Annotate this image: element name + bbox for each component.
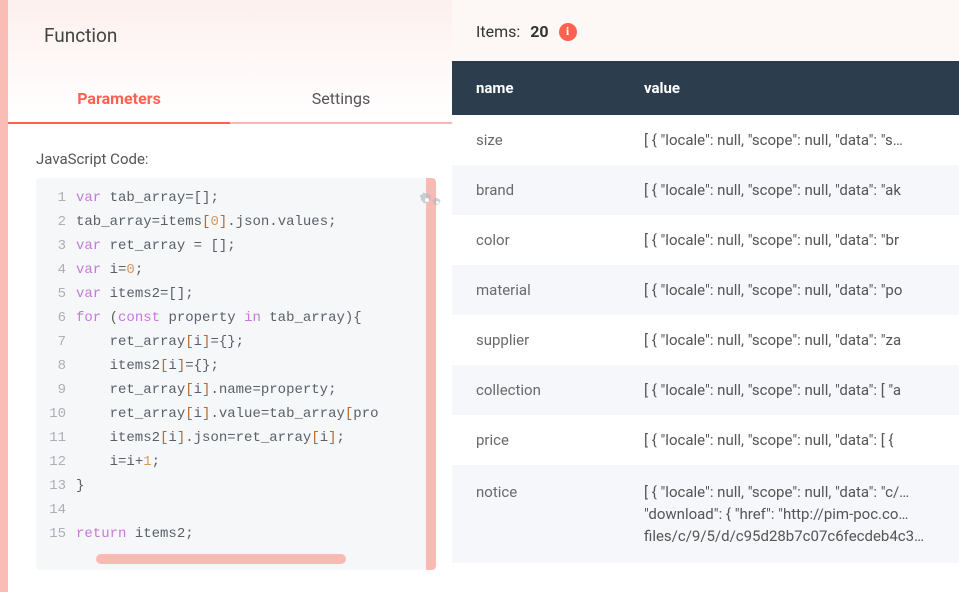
code-line: 14	[36, 498, 436, 522]
line-number: 8	[36, 354, 76, 378]
cell-value: [ { "locale": null, "scope": null, "data…	[644, 431, 959, 449]
items-count: 20	[530, 22, 548, 41]
left-config-panel: Function Parameters Settings JavaScript …	[8, 0, 452, 592]
cell-name: material	[476, 281, 644, 299]
code-line: 10 ret_array[i].value=tab_array[pro	[36, 402, 436, 426]
line-number: 6	[36, 306, 76, 330]
cell-name: collection	[476, 381, 644, 399]
cell-value: [ { "locale": null, "scope": null, "data…	[644, 131, 959, 149]
table-row[interactable]: size[ { "locale": null, "scope": null, "…	[452, 115, 959, 165]
cell-value: [ { "locale": null, "scope": null, "data…	[644, 481, 959, 547]
line-number: 10	[36, 402, 76, 426]
code-line: 11 items2[i].json=ret_array[i];	[36, 426, 436, 450]
left-edge-strip	[0, 0, 8, 592]
table-header: name value	[452, 61, 959, 115]
cell-name: color	[476, 231, 644, 249]
code-line: 9 ret_array[i].name=property;	[36, 378, 436, 402]
code-line: 6for (const property in tab_array){	[36, 306, 436, 330]
table-row[interactable]: collection[ { "locale": null, "scope": n…	[452, 365, 959, 415]
table-row[interactable]: brand[ { "locale": null, "scope": null, …	[452, 165, 959, 215]
tab-parameters[interactable]: Parameters	[8, 77, 230, 124]
table-body: size[ { "locale": null, "scope": null, "…	[452, 115, 959, 592]
output-header: Items: 20 i	[452, 0, 959, 61]
tab-bar: Parameters Settings	[8, 77, 452, 124]
right-output-panel: Items: 20 i name value size[ { "locale":…	[452, 0, 959, 592]
cell-name: size	[476, 131, 644, 149]
line-number: 14	[36, 498, 76, 522]
cell-name: supplier	[476, 331, 644, 349]
table-row[interactable]: price[ { "locale": null, "scope": null, …	[452, 415, 959, 465]
items-label: Items:	[476, 22, 520, 41]
code-line: 13}	[36, 474, 436, 498]
line-number: 5	[36, 282, 76, 306]
cell-name: notice	[476, 481, 644, 503]
cell-value: [ { "locale": null, "scope": null, "data…	[644, 381, 959, 399]
table-row[interactable]: notice[ { "locale": null, "scope": null,…	[452, 465, 959, 563]
cell-value: [ { "locale": null, "scope": null, "data…	[644, 281, 959, 299]
code-line: 12 i=i+1;	[36, 450, 436, 474]
th-value: value	[644, 79, 959, 97]
line-number: 11	[36, 426, 76, 450]
tab-settings[interactable]: Settings	[230, 77, 452, 124]
h-scrollbar[interactable]	[96, 554, 346, 564]
cell-value: [ { "locale": null, "scope": null, "data…	[644, 231, 959, 249]
line-number: 15	[36, 522, 76, 546]
table-row[interactable]: color[ { "locale": null, "scope": null, …	[452, 215, 959, 265]
code-line: 4var i=0;	[36, 258, 436, 282]
gear-icon[interactable]	[418, 190, 454, 210]
code-line: 5var items2=[];	[36, 282, 436, 306]
cell-name: brand	[476, 181, 644, 199]
line-number: 13	[36, 474, 76, 498]
line-number: 3	[36, 234, 76, 258]
line-number: 1	[36, 186, 76, 210]
table-row[interactable]: supplier[ { "locale": null, "scope": nul…	[452, 315, 959, 365]
line-number: 9	[36, 378, 76, 402]
code-editor[interactable]: 1var tab_array=[];2tab_array=items[0].js…	[36, 178, 436, 570]
info-icon[interactable]: i	[559, 23, 577, 41]
cell-name: price	[476, 431, 644, 449]
line-number: 7	[36, 330, 76, 354]
table-row[interactable]: material[ { "locale": null, "scope": nul…	[452, 265, 959, 315]
code-line: 3var ret_array = [];	[36, 234, 436, 258]
code-line: 2tab_array=items[0].json.values;	[36, 210, 436, 234]
code-line: 8 items2[i]={};	[36, 354, 436, 378]
code-line: 1var tab_array=[];	[36, 186, 436, 210]
code-line: 7 ret_array[i]={};	[36, 330, 436, 354]
page-title: Function	[8, 0, 452, 47]
cell-value: [ { "locale": null, "scope": null, "data…	[644, 331, 959, 349]
v-scrollbar[interactable]	[426, 178, 436, 570]
line-number: 2	[36, 210, 76, 234]
code-field-label: JavaScript Code:	[8, 124, 452, 168]
th-name: name	[476, 79, 644, 97]
code-line: 15return items2;	[36, 522, 436, 546]
line-number: 12	[36, 450, 76, 474]
cell-value: [ { "locale": null, "scope": null, "data…	[644, 181, 959, 199]
line-number: 4	[36, 258, 76, 282]
